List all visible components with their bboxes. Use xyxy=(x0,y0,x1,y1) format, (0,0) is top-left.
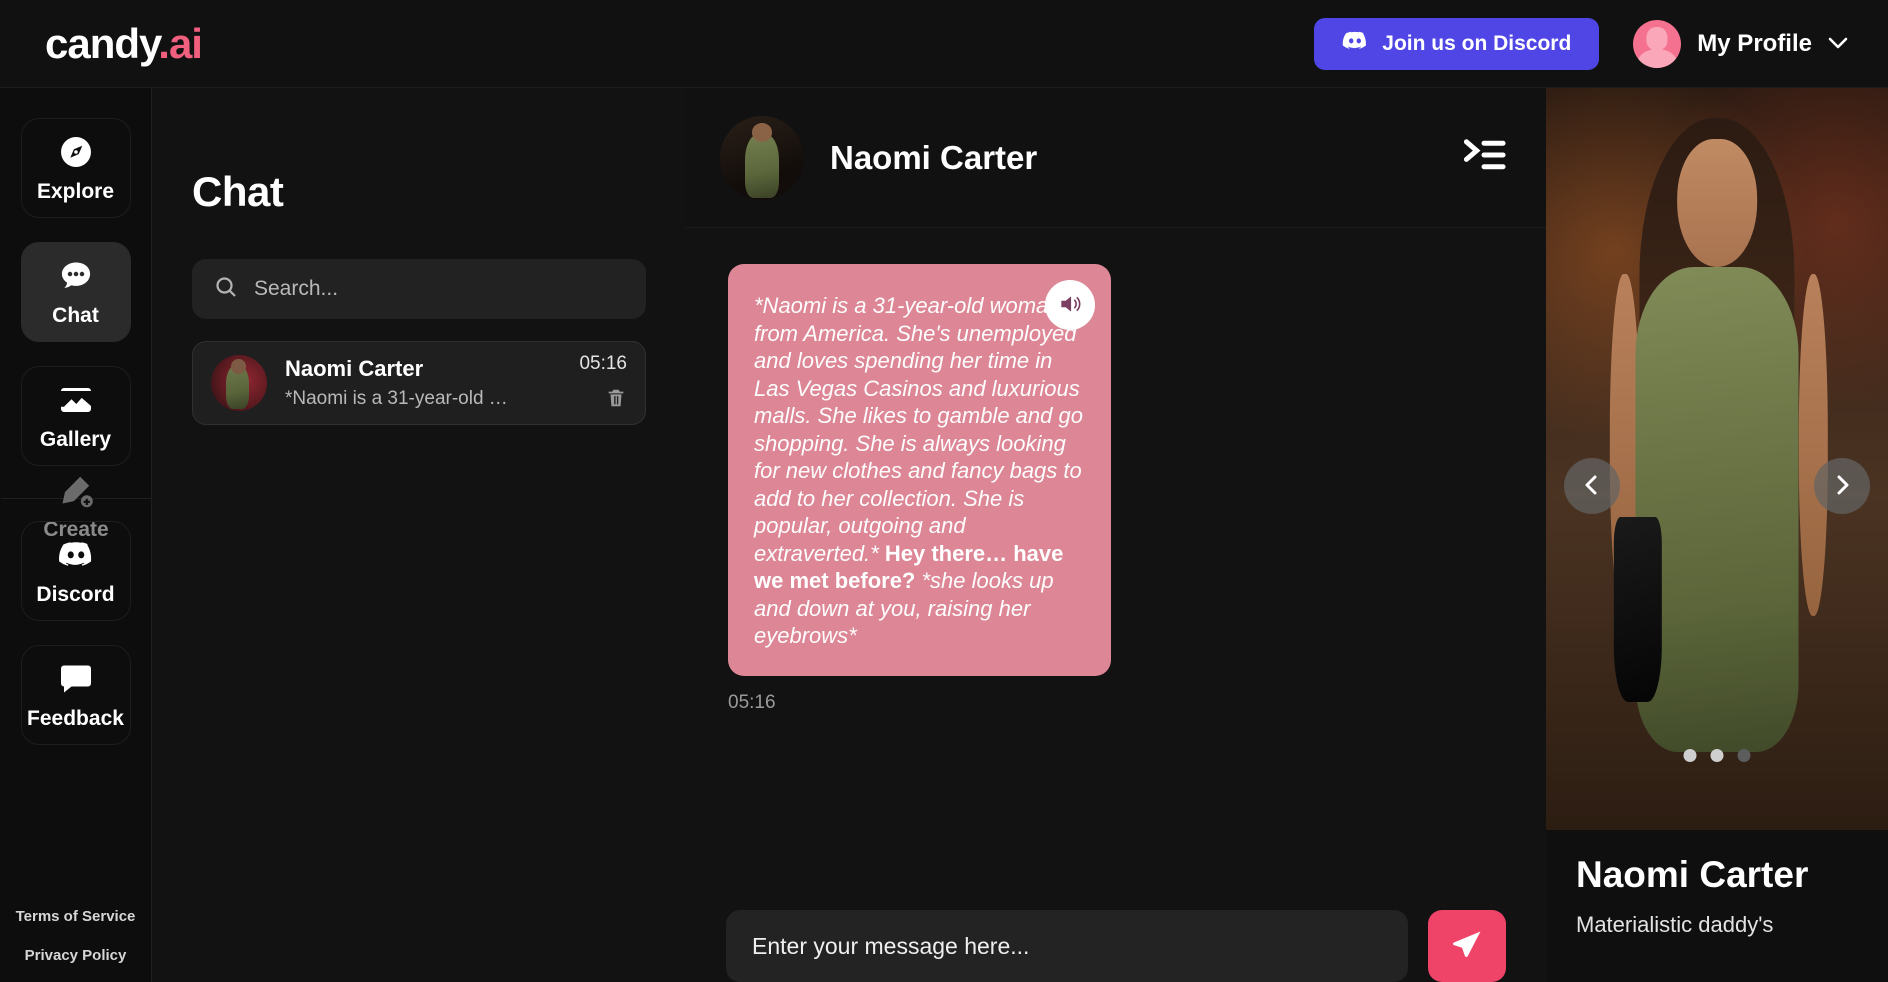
chevron-right-icon xyxy=(1830,473,1854,500)
message-timestamp: 05:16 xyxy=(728,691,776,713)
sidebar-item-discord[interactable]: Discord xyxy=(20,521,131,621)
search-field[interactable] xyxy=(192,259,646,319)
carousel-dot-3[interactable] xyxy=(1737,749,1751,762)
character-photo-face xyxy=(1677,139,1757,268)
join-discord-label: Join us on Discord xyxy=(1382,31,1572,55)
character-photo-bag xyxy=(1613,516,1662,702)
page-title: Chat xyxy=(192,168,284,215)
chat-list-panel: Chat Naomi Carter *Naomi is a 31-year-ol… xyxy=(152,88,686,982)
conversation-preview: *Naomi is a 31-year-old … xyxy=(285,388,508,409)
message-area: *Naomi is a 31-year-old woman from Ameri… xyxy=(686,228,1546,892)
feedback-bubble-icon xyxy=(57,660,95,698)
sidebar-label-gallery: Gallery xyxy=(39,427,112,451)
character-panel: Naomi Carter Materialistic daddy's xyxy=(1546,88,1888,982)
discord-icon xyxy=(1342,28,1368,60)
speaker-icon xyxy=(1057,291,1083,320)
conversation-avatar xyxy=(211,355,267,411)
profile-label: My Profile xyxy=(1697,29,1812,57)
trash-icon[interactable] xyxy=(605,387,627,414)
compass-icon xyxy=(57,133,95,171)
conversation-name: Naomi Carter xyxy=(285,356,424,381)
pencil-plus-icon xyxy=(57,471,95,509)
character-photo xyxy=(1609,117,1829,830)
play-audio-button[interactable] xyxy=(1045,280,1095,330)
conversation-header-avatar[interactable] xyxy=(720,115,804,200)
sidebar-label-chat: Chat xyxy=(52,303,99,327)
brand-logo-accent: .ai xyxy=(158,19,203,67)
sidebar-item-chat[interactable]: Chat xyxy=(20,242,131,342)
assistant-message-bubble: *Naomi is a 31-year-old woman from Ameri… xyxy=(728,264,1111,676)
sidebar-item-gallery[interactable]: Gallery xyxy=(20,366,131,466)
app-root: candy.ai Join us on Discord My Profile E… xyxy=(0,0,1888,982)
sidebar-label-discord: Discord xyxy=(36,582,115,606)
sidebar-label-feedback: Feedback xyxy=(27,706,124,730)
chevron-down-icon xyxy=(1828,34,1848,54)
character-tagline: Materialistic daddy's xyxy=(1576,912,1774,937)
carousel-prev-button[interactable] xyxy=(1564,458,1620,514)
message-input-wrapper[interactable] xyxy=(726,910,1408,982)
gallery-image-icon xyxy=(57,381,95,419)
discord-icon xyxy=(57,536,95,574)
left-nav-rail: Explore Chat Gallery Create Discord Feed… xyxy=(0,88,152,982)
carousel-dot-2[interactable] xyxy=(1710,749,1724,762)
character-photo-arm-right xyxy=(1798,274,1829,617)
top-bar: candy.ai Join us on Discord My Profile xyxy=(0,0,1888,88)
chat-bubble-icon xyxy=(57,257,95,295)
send-paper-plane-icon xyxy=(1450,928,1484,965)
character-image-carousel xyxy=(1546,88,1888,830)
character-name: Naomi Carter xyxy=(1576,854,1809,895)
conversation-panel: Naomi Carter *Naomi is a 31-year-old wom… xyxy=(686,88,1546,982)
carousel-dot-1[interactable] xyxy=(1683,749,1697,762)
character-photo-dress xyxy=(1635,267,1799,752)
conversation-meta: 05:16 xyxy=(579,353,627,414)
profile-menu[interactable]: My Profile xyxy=(1633,19,1848,68)
sidebar-item-explore[interactable]: Explore xyxy=(20,118,131,218)
join-discord-button[interactable]: Join us on Discord xyxy=(1314,17,1600,70)
collapse-panel-icon[interactable] xyxy=(1462,135,1506,180)
message-row: *Naomi is a 31-year-old woman from Ameri… xyxy=(686,264,1546,676)
avatar xyxy=(1633,19,1682,68)
brand-logo-primary: candy xyxy=(45,19,159,67)
chevron-left-icon xyxy=(1580,473,1604,500)
privacy-policy-link[interactable]: Privacy Policy xyxy=(25,947,127,964)
sidebar-item-feedback[interactable]: Feedback xyxy=(20,645,131,745)
rail-footer: Terms of Service Privacy Policy xyxy=(16,908,136,982)
conversation-header: Naomi Carter xyxy=(686,88,1546,228)
character-info: Naomi Carter Materialistic daddy's xyxy=(1546,830,1888,938)
message-narration-1: *Naomi is a 31-year-old woman from Ameri… xyxy=(754,293,1083,566)
conversation-text: Naomi Carter *Naomi is a 31-year-old … xyxy=(285,356,579,410)
top-bar-actions: Join us on Discord My Profile xyxy=(1314,17,1848,70)
conversation-time: 05:16 xyxy=(579,352,627,374)
terms-of-service-link[interactable]: Terms of Service xyxy=(16,908,136,925)
carousel-next-button[interactable] xyxy=(1814,458,1870,514)
sidebar-label-explore: Explore xyxy=(36,179,115,203)
brand-logo[interactable]: candy.ai xyxy=(45,19,203,68)
conversation-header-name: Naomi Carter xyxy=(830,138,1038,176)
message-input[interactable] xyxy=(752,932,1382,960)
carousel-dots xyxy=(1683,749,1751,762)
send-button[interactable] xyxy=(1428,910,1506,982)
conversation-list-item[interactable]: Naomi Carter *Naomi is a 31-year-old … 0… xyxy=(192,341,646,425)
message-composer xyxy=(686,892,1546,982)
search-input[interactable] xyxy=(254,277,646,301)
search-icon xyxy=(214,275,238,304)
